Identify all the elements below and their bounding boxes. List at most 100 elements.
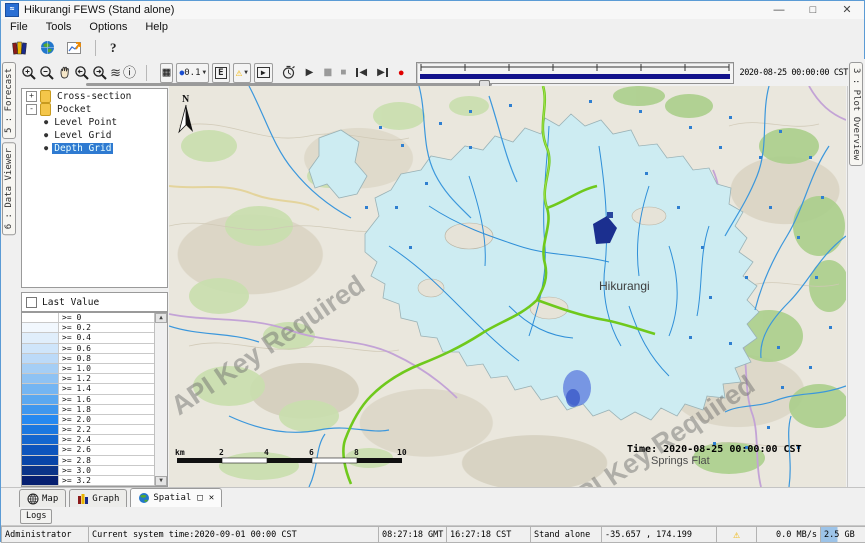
pause-button[interactable]: ▮▮ [323,67,330,78]
legend-row[interactable]: >= 1.6 [22,395,167,405]
legend-label: >= 0.8 [59,354,167,363]
animation-window-button[interactable]: ▶ [254,63,273,83]
status-transfer-rate: 0.0 MB/s [757,526,821,543]
help-button[interactable]: ? [110,40,117,56]
warning-icon: ⚠ [236,66,243,79]
north-arrow-icon [186,105,193,132]
tab-graph[interactable]: Graph [69,489,127,507]
record-button[interactable]: ● [398,67,405,79]
legend-row[interactable]: >= 1.2 [22,374,167,384]
close-button[interactable]: ✕ [830,2,864,19]
minimize-button[interactable]: — [762,2,796,19]
status-gmt-time: 08:27:18 GMT [379,526,447,543]
legend-row[interactable]: >= 2.8 [22,456,167,466]
tree-label[interactable]: Level Grid [52,130,113,141]
tree-item-pocket[interactable]: - Pocket [22,103,167,115]
tab-data-viewer[interactable]: 6 : Data Viewer [2,142,16,235]
legend-swatch [22,466,59,475]
legend-swatch [22,384,59,393]
grid-layer-button[interactable]: ▦ [160,63,174,83]
step-back-button[interactable]: ◀ [356,67,367,78]
info-icon[interactable]: ⓘ [123,63,136,83]
legend-swatch [22,344,59,353]
map-canvas[interactable]: API Key Required API Key Required N Hiku… [169,86,846,487]
warning-dropdown-button[interactable]: ⚠ ▼ [233,63,251,83]
warning-icon: ⚠ [733,528,740,541]
legend-toggle-button[interactable]: E [212,63,229,83]
legend-row[interactable]: >= 1.8 [22,405,167,415]
chevron-down-icon: ▼ [244,69,248,76]
tab-close-icon[interactable]: ✕ [209,493,214,503]
zoom-next-icon[interactable] [92,63,108,83]
status-mode: Stand alone [531,526,602,543]
chart-shortcut-icon[interactable] [65,39,85,56]
legend-row[interactable]: >= 3.0 [22,466,167,476]
status-warning-cell[interactable]: ⚠ [717,526,757,543]
collapse-icon[interactable]: - [26,104,37,115]
timeline-range-bar [420,74,730,79]
zoom-previous-icon[interactable] [74,63,90,83]
legend-row[interactable]: >= 1.4 [22,384,167,394]
zoom-in-icon[interactable] [21,63,37,83]
tree-label-selected[interactable]: Depth Grid [52,143,113,154]
maximize-button[interactable]: □ [796,2,830,19]
leaf-bullet-icon: ● [44,144,48,152]
pan-hand-icon[interactable] [57,63,72,83]
tree-item-depth-grid[interactable]: ● Depth Grid [22,142,167,154]
zoom-out-icon[interactable] [39,63,55,83]
app-logo-icon: ≈ [5,3,19,17]
legend-label: >= 0 [59,313,167,322]
legend-row[interactable]: >= 2.6 [22,445,167,455]
tab-spatial[interactable]: Spatial □ ✕ [130,488,222,507]
legend-row[interactable]: >= 0 [22,313,167,323]
legend-row[interactable]: >= 0.2 [22,323,167,333]
last-value-checkbox[interactable] [26,297,37,308]
chevron-down-icon: ▼ [203,69,207,76]
legend-row[interactable]: >= 1.0 [22,364,167,374]
main-toolbar: ? [1,36,864,60]
tree-item-level-point[interactable]: ● Level Point [22,116,167,128]
menu-file[interactable]: File [1,19,37,36]
logs-button[interactable]: Logs [20,509,52,524]
wire-globe-icon [27,493,39,505]
tree-label[interactable]: Cross-section [55,91,133,102]
timeline-slider[interactable] [416,62,734,84]
play-button[interactable]: ▶ [306,67,314,78]
menu-options[interactable]: Options [80,19,136,36]
app-window: ≈ Hikurangi FEWS (Stand alone) — □ ✕ Fil… [0,0,865,542]
legend-row[interactable]: >= 0.6 [22,344,167,354]
tree-item-level-grid[interactable]: ● Level Grid [22,129,167,141]
tree-item-cross-section[interactable]: + Cross-section [22,90,167,102]
animation-settings-icon[interactable] [281,63,296,83]
scroll-up-icon[interactable]: ▲ [155,313,167,323]
tree-label[interactable]: Pocket [55,104,93,115]
legend-row[interactable]: >= 2.0 [22,415,167,425]
status-local-time: 16:27:18 CST [447,526,531,543]
status-bar: Administrator Current system time:2020-0… [1,525,865,543]
tree-label[interactable]: Level Point [52,117,119,128]
tab-maximize-icon[interactable]: □ [197,493,202,503]
menu-help[interactable]: Help [136,19,177,36]
tab-map[interactable]: Map [19,489,66,507]
layers-icon[interactable]: ≋ [110,63,121,83]
step-forward-button[interactable]: ▶ [377,67,388,78]
scroll-down-icon[interactable]: ▼ [155,476,167,486]
contour-interval-dropdown[interactable]: ● 0.1 ▼ [176,63,209,83]
legend-row[interactable]: >= 0.8 [22,354,167,364]
legend-row[interactable]: >= 3.2 [22,476,167,486]
legend-row[interactable]: >= 2.2 [22,425,167,435]
legend-scrollbar[interactable]: ▲ ▼ [154,313,167,486]
legend-label: >= 0.6 [59,344,167,353]
globe-explorer-icon[interactable] [37,39,57,56]
legend-row[interactable]: >= 0.4 [22,333,167,343]
north-arrow-icon [179,105,186,132]
stop-button[interactable]: ■ [340,67,346,78]
menu-tools[interactable]: Tools [37,19,81,36]
database-bars-icon[interactable] [9,39,29,56]
legend-label: >= 3.0 [59,466,167,475]
toolbar-separator [95,40,96,56]
tab-forecast[interactable]: 5 : Forecast [2,62,16,139]
tab-plot-overview[interactable]: 3 : Plot Overview [849,62,863,166]
expand-icon[interactable]: + [26,91,37,102]
legend-row[interactable]: >= 2.4 [22,435,167,445]
